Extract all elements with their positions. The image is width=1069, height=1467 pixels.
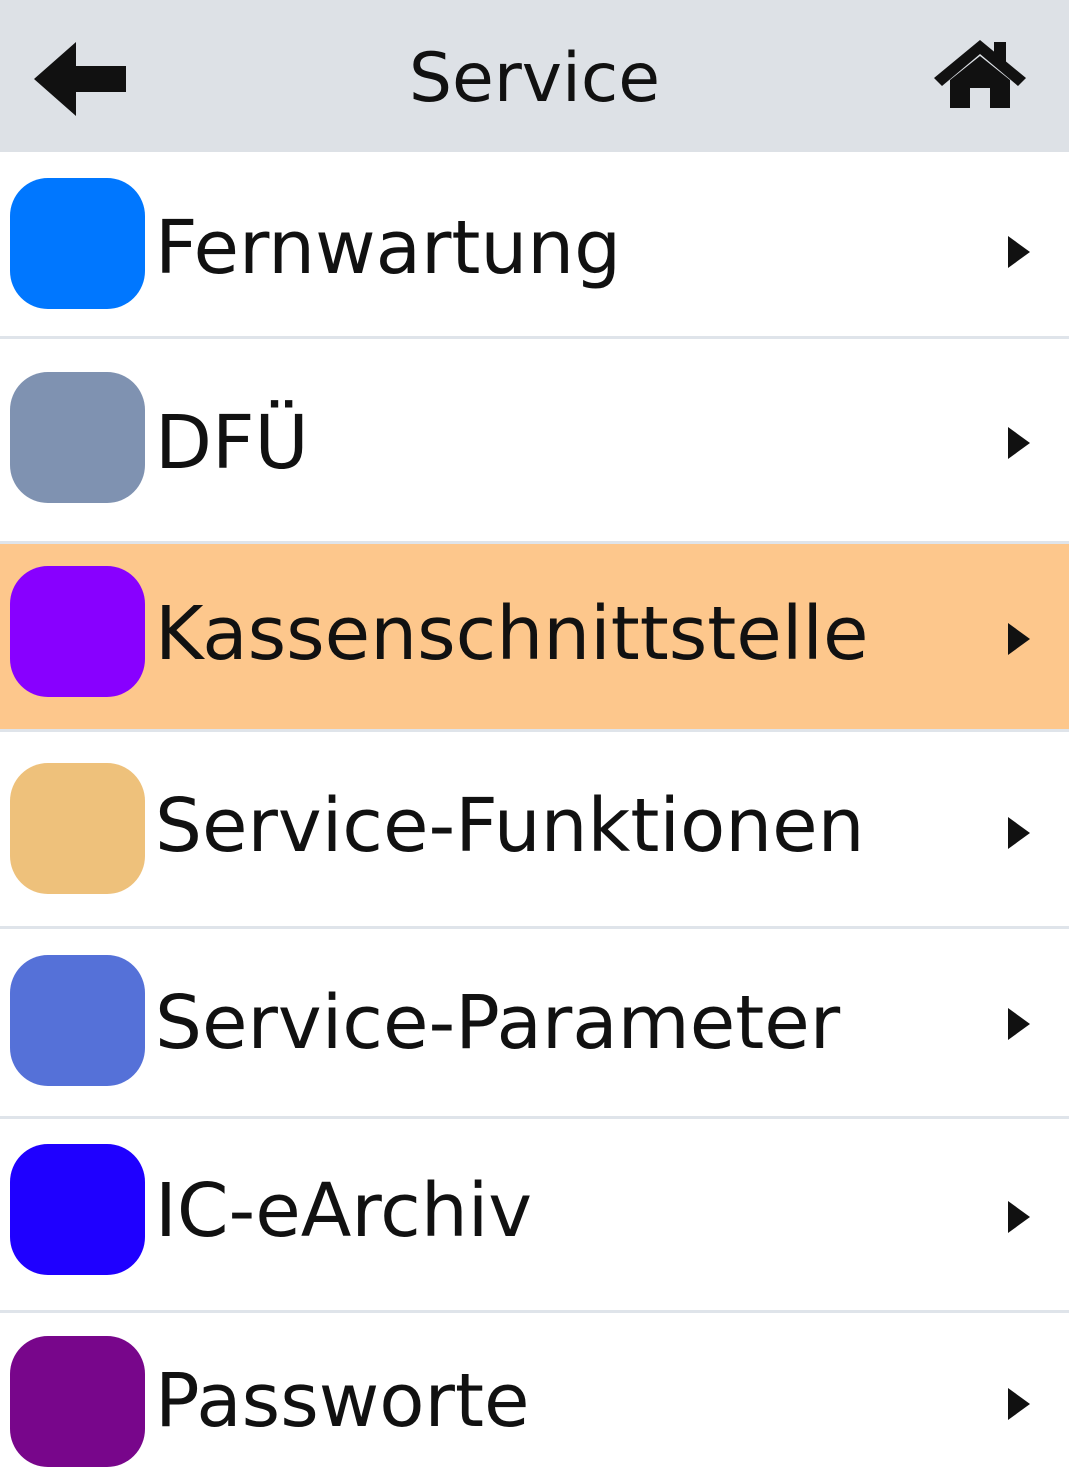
color-swatch: [10, 566, 145, 697]
color-swatch: [10, 955, 145, 1086]
color-swatch: [10, 1336, 145, 1467]
menu-item-label: Service-Funktionen: [155, 783, 865, 869]
menu-item-label: IC-eArchiv: [155, 1168, 533, 1254]
color-swatch: [10, 763, 145, 894]
page-title: Service: [408, 39, 661, 118]
chevron-right-icon: [1008, 623, 1030, 655]
menu-item-passworte[interactable]: Passworte: [0, 1313, 1069, 1467]
chevron-right-icon: [1008, 236, 1030, 268]
menu-item-label: Service-Parameter: [155, 980, 841, 1066]
menu-item-ic-earchiv[interactable]: IC-eArchiv: [0, 1119, 1069, 1313]
menu-item-label: DFÜ: [155, 400, 309, 486]
color-swatch: [10, 1144, 145, 1275]
chevron-right-icon: [1008, 1388, 1030, 1420]
menu-item-label: Fernwartung: [155, 205, 622, 291]
chevron-right-icon: [1008, 427, 1030, 459]
header-bar: Service: [0, 0, 1069, 152]
chevron-right-icon: [1008, 1008, 1030, 1040]
menu-item-service-parameter[interactable]: Service-Parameter: [0, 929, 1069, 1119]
home-icon: [934, 40, 1026, 108]
color-swatch: [10, 178, 145, 309]
menu-item-label: Passworte: [155, 1358, 530, 1444]
menu-item-fernwartung[interactable]: Fernwartung: [0, 152, 1069, 339]
menu-item-service-funktionen[interactable]: Service-Funktionen: [0, 732, 1069, 929]
chevron-right-icon: [1008, 1201, 1030, 1233]
color-swatch: [10, 372, 145, 503]
menu-item-label: Kassenschnittstelle: [155, 591, 869, 677]
menu-item-dfu[interactable]: DFÜ: [0, 339, 1069, 544]
home-button[interactable]: [930, 36, 1030, 110]
menu-item-kassenschnittstelle[interactable]: Kassenschnittstelle: [0, 544, 1069, 732]
chevron-right-icon: [1008, 817, 1030, 849]
